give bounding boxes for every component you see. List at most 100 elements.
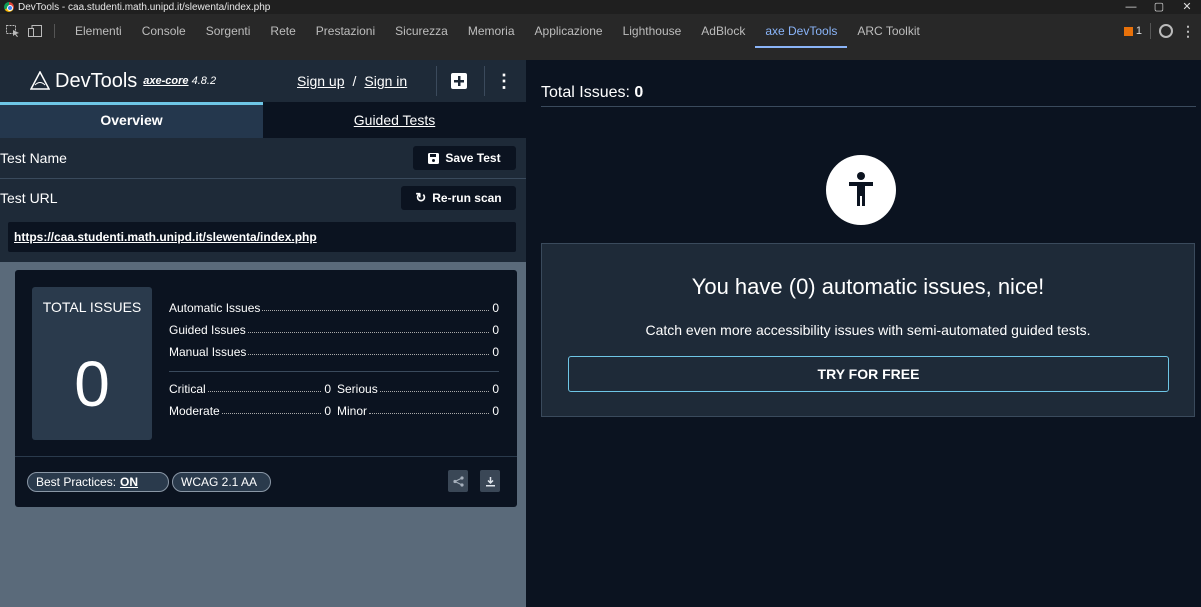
total-issues-value: 0 [74, 348, 110, 420]
moderate-count: 0 [324, 404, 331, 418]
tab-guided-tests[interactable]: Guided Tests [263, 102, 526, 138]
best-practices-value: ON [120, 475, 139, 489]
tab-prestazioni[interactable]: Prestazioni [306, 14, 385, 48]
try-for-free-button[interactable]: TRY FOR FREE [568, 356, 1169, 392]
devtools-tools [0, 14, 50, 48]
total-issues-label: TOTAL ISSUES [42, 299, 142, 315]
test-url-row: Test URL ↻ Re-run scan [0, 178, 526, 218]
dot-leader [221, 405, 322, 414]
kebab-menu-icon: ⋮ [495, 70, 513, 91]
issues-count: 1 [1135, 25, 1142, 37]
devtools-tabs: Elementi Console Sorgenti Rete Prestazio… [65, 14, 930, 48]
download-icon [485, 476, 495, 486]
serious-count: 0 [492, 382, 499, 396]
minimize-button[interactable]: — [1117, 0, 1145, 14]
new-tab-button[interactable] [446, 68, 472, 94]
axe-core-link[interactable]: axe-core [143, 75, 188, 87]
inspect-element-icon[interactable] [6, 25, 20, 37]
toolbar-divider [54, 24, 55, 38]
tab-sicurezza[interactable]: Sicurezza [385, 14, 458, 48]
total-issues-heading-value: 0 [634, 84, 644, 101]
save-test-label: Save Test [445, 151, 501, 165]
dot-leader [248, 346, 490, 355]
critical-cell: Critical 0 [169, 382, 331, 396]
tab-adblock[interactable]: AdBlock [691, 14, 755, 48]
total-issues-box: TOTAL ISSUES 0 [32, 287, 152, 440]
total-issues-heading-label: Total Issues: [541, 84, 630, 101]
sign-up-link[interactable]: Sign up [297, 73, 344, 89]
devtools-brand: DevTools [55, 69, 138, 92]
axe-core-number: 4.8.2 [191, 75, 217, 87]
tab-console[interactable]: Console [132, 14, 196, 48]
results-divider [541, 106, 1196, 107]
dot-leader [369, 405, 490, 414]
maximize-button[interactable]: ▢ [1145, 0, 1173, 14]
wcag-level-selector[interactable]: WCAG 2.1 AA [172, 472, 271, 492]
refresh-icon: ↻ [415, 190, 427, 205]
rerun-scan-button[interactable]: ↻ Re-run scan [401, 186, 516, 210]
sign-in-link[interactable]: Sign in [364, 73, 407, 89]
tab-memoria[interactable]: Memoria [458, 14, 525, 48]
close-window-button[interactable]: ✕ [1173, 0, 1201, 14]
dot-leader [379, 383, 490, 392]
no-issues-card: You have (0) automatic issues, nice! Cat… [541, 243, 1195, 417]
guided-tests-promo: Catch even more accessibility issues wit… [645, 322, 1091, 338]
guided-issues-row: Guided Issues 0 [169, 319, 499, 341]
minor-cell: Minor 0 [337, 404, 499, 418]
moderate-label: Moderate [169, 404, 220, 418]
issues-breakdown: Automatic Issues 0 Guided Issues 0 Manua… [169, 297, 499, 422]
share-button[interactable] [448, 470, 468, 492]
tab-arc-toolkit[interactable]: ARC Toolkit [847, 14, 929, 48]
device-toolbar-icon[interactable] [28, 25, 42, 37]
test-name-row: Test Name Save Test [0, 138, 526, 179]
controls-divider [1150, 23, 1151, 39]
tab-lighthouse[interactable]: Lighthouse [613, 14, 692, 48]
test-url-label: Test URL [0, 190, 58, 206]
issues-summary-card: TOTAL ISSUES 0 Automatic Issues 0 Guided… [15, 270, 517, 507]
axe-header: DevTools axe-core 4.8.2 Sign up / Sign i… [0, 60, 526, 102]
test-name-label: Test Name [0, 150, 67, 166]
window-title: DevTools - caa.studenti.math.unipd.it/sl… [18, 1, 271, 13]
more-options-icon[interactable]: ⋮ [1181, 23, 1195, 40]
devtools-right-controls: 1 ⋮ [1123, 14, 1195, 48]
export-button[interactable] [480, 470, 500, 492]
manual-issues-count: 0 [492, 345, 499, 359]
tab-sorgenti[interactable]: Sorgenti [196, 14, 261, 48]
axe-tabs: Overview Guided Tests [0, 102, 526, 138]
chrome-logo-icon [4, 2, 14, 12]
automatic-issues-count: 0 [492, 301, 499, 315]
tab-axe-devtools[interactable]: axe DevTools [755, 14, 848, 48]
no-issues-heading: You have (0) automatic issues, nice! [691, 274, 1045, 299]
test-info: Test Name Save Test Test URL ↻ Re-run sc… [0, 138, 526, 262]
settings-gear-icon[interactable] [1159, 24, 1173, 38]
tab-applicazione[interactable]: Applicazione [525, 14, 613, 48]
dot-leader [247, 324, 490, 333]
guided-issues-count: 0 [492, 323, 499, 337]
header-divider-1 [436, 66, 437, 96]
moderate-cell: Moderate 0 [169, 404, 331, 418]
wcag-level-label: WCAG 2.1 AA [181, 475, 258, 489]
accessibility-icon [826, 155, 896, 225]
guided-issues-label: Guided Issues [169, 323, 246, 337]
tab-overview[interactable]: Overview [0, 102, 263, 138]
axe-results-panel: Total Issues: 0 You have (0) automatic i… [526, 60, 1201, 607]
auth-links: Sign up / Sign in [297, 60, 407, 102]
window-title-bar: DevTools - caa.studenti.math.unipd.it/sl… [0, 0, 1201, 14]
minor-label: Minor [337, 404, 368, 418]
auth-separator: / [352, 73, 357, 89]
test-url-field[interactable]: https://caa.studenti.math.unipd.it/slewe… [8, 222, 516, 252]
issues-badge[interactable]: 1 [1123, 25, 1142, 37]
tab-rete[interactable]: Rete [260, 14, 305, 48]
axe-menu-button[interactable]: ⋮ [491, 68, 517, 94]
manual-issues-row: Manual Issues 0 [169, 341, 499, 363]
add-window-icon [451, 73, 467, 89]
tab-elementi[interactable]: Elementi [65, 14, 132, 48]
dot-leader [207, 383, 322, 392]
total-issues-heading: Total Issues: 0 [541, 84, 643, 102]
best-practices-toggle[interactable]: Best Practices: ON [27, 472, 169, 492]
axe-core-version: axe-core 4.8.2 [143, 75, 216, 87]
minor-count: 0 [492, 404, 499, 418]
save-test-button[interactable]: Save Test [413, 146, 516, 170]
dot-leader [262, 302, 490, 311]
test-url-value[interactable]: https://caa.studenti.math.unipd.it/slewe… [14, 230, 317, 244]
